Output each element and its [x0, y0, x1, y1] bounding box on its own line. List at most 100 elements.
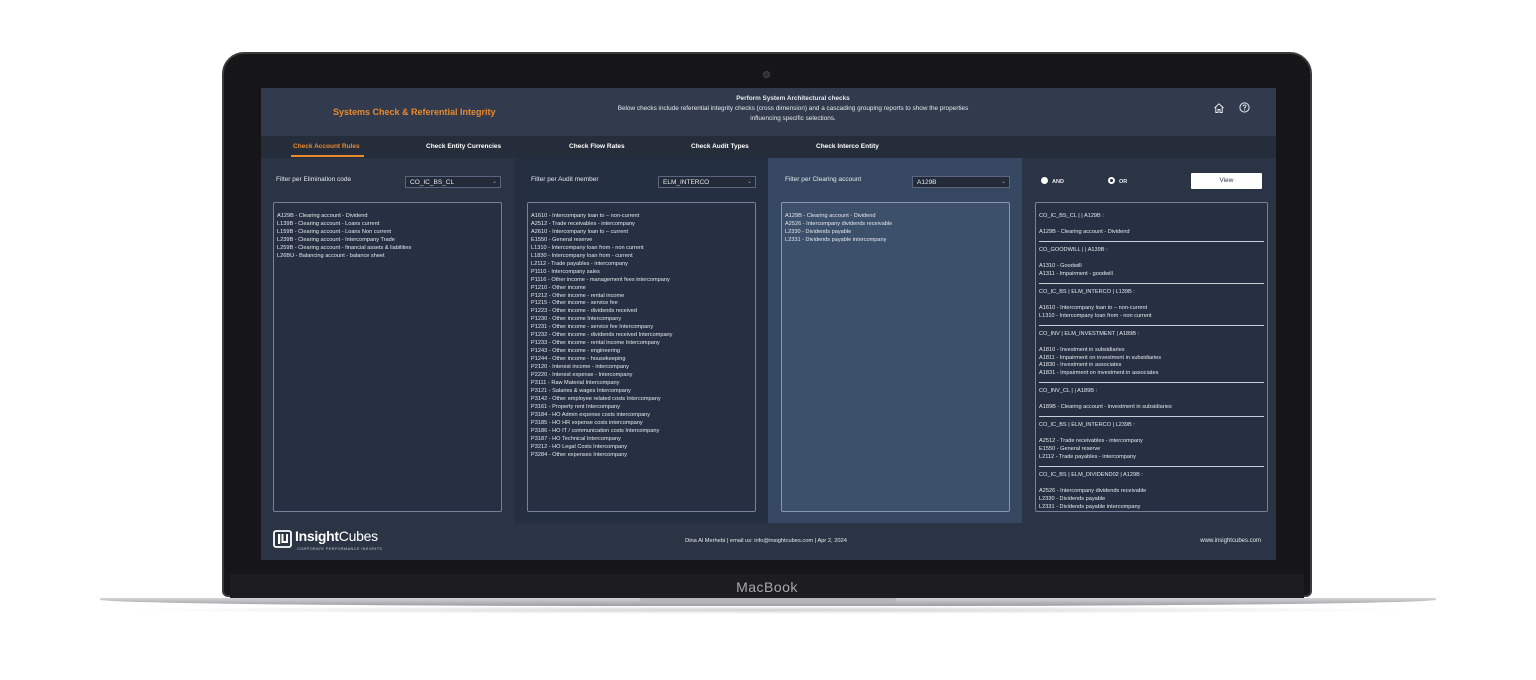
list-item[interactable]: A2526 - Intercompany dividends receivabl…	[785, 221, 1006, 229]
tab-check-account-rules[interactable]: Check Account Rules	[293, 143, 360, 150]
list-item[interactable]: L2330 - Dividends payable	[785, 229, 1006, 237]
list-item[interactable]: P3212 - HO Legal Costs Intercompany	[531, 444, 752, 452]
and-radio[interactable]: AND	[1041, 177, 1064, 185]
list-item[interactable]: P1244 - Other income - housekeeping	[531, 356, 752, 364]
list-item[interactable]: P1230 - Other income Intercompany	[531, 316, 752, 324]
list-item[interactable]: P3121 - Salaries & wages Intercompany	[531, 388, 752, 396]
list-item[interactable]: E1550 - General reserve	[531, 237, 752, 245]
result-item: A1810 - Investment in subsidiaries	[1039, 346, 1125, 353]
elimination-accounts-list[interactable]: A129B - Clearing account - Dividend L139B…	[273, 202, 502, 512]
results-panel: AND OR View CO_IC_BS_CL | | A129B : A129B…	[1022, 158, 1276, 523]
device-brand: MacBook	[736, 579, 798, 595]
or-label: OR	[1119, 179, 1128, 185]
clearing-account-select[interactable]: A129B ⌄	[912, 176, 1010, 188]
footer-contact: Dina Al Merhebi | email us: info@insight…	[685, 538, 847, 544]
result-group-header: CO_IC_BS | ELM_INTERCO | L239B :	[1039, 422, 1135, 429]
or-radio[interactable]: OR	[1108, 177, 1127, 185]
radio-dot	[1041, 177, 1048, 184]
list-item[interactable]: L139B - Clearing account - Loans current	[277, 221, 498, 229]
list-item[interactable]: A2610 - Intercompany loan to – current	[531, 229, 752, 237]
view-button[interactable]: View	[1191, 173, 1262, 189]
elimination-code-select[interactable]: CO_IC_BS_CL ⌄	[405, 176, 501, 188]
app-footer: InsightCubes CORPORATE PERFORMANCE INSIG…	[261, 523, 1276, 560]
result-item: A2526 - Intercompany dividends receivabl…	[1039, 488, 1147, 495]
header-description-2: influencing specific selections.	[750, 115, 836, 122]
list-item[interactable]: P1116 - Other income - management fees i…	[531, 277, 752, 285]
tab-check-interco-entity[interactable]: Check Interco Entity	[816, 143, 879, 150]
list-item[interactable]: P1110 - Intercompany sales	[531, 269, 752, 277]
result-item: A189B - Clearing account - investment in…	[1039, 404, 1172, 411]
list-item[interactable]: P2120 - Interest income - intercompany	[531, 364, 752, 372]
tab-check-audit-types[interactable]: Check Audit Types	[691, 143, 749, 150]
result-item: E1550 - General reserve	[1039, 446, 1101, 453]
list-item[interactable]: P3161 - Property rent Intercompany	[531, 404, 752, 412]
list-item[interactable]: A129B - Clearing account - Dividend	[277, 213, 498, 221]
list-item[interactable]: P2220 - Interest expense - Intercompany	[531, 372, 752, 380]
result-group-header: CO_IC_BS_CL | | A129B :	[1039, 213, 1104, 219]
chevron-down-icon: ⌄	[1000, 179, 1006, 185]
list-item[interactable]: L159B - Clearing account - Loans Non cur…	[277, 229, 498, 237]
camera-icon	[763, 71, 770, 78]
result-item: A2512 - Trade receivables - intercompany	[1039, 438, 1143, 445]
elimination-filter-label: Filter per Elimination code	[276, 176, 352, 183]
logo-tagline: CORPORATE PERFORMANCE INSIGHTS	[297, 547, 383, 551]
list-item[interactable]: P1223 - Other income - dividends receive…	[531, 308, 752, 316]
list-item[interactable]: P1212 - Other income - rental income	[531, 293, 752, 301]
list-item[interactable]: P3284 - Other expenses Intercompany	[531, 452, 752, 460]
list-item[interactable]: P3187 - HO Technical Intercompany	[531, 436, 752, 444]
tab-check-entity-currencies[interactable]: Check Entity Currencies	[426, 143, 501, 150]
list-item[interactable]: L26BU - Balancing account - balance shee…	[277, 253, 498, 261]
logo-word-light: Cubes	[338, 528, 378, 544]
tab-check-flow-rates[interactable]: Check Flow Rates	[569, 143, 625, 150]
result-item: A1831 - Impairment on investment in asso…	[1039, 370, 1159, 377]
footer-website-link[interactable]: www.insightcubes.com	[1161, 538, 1261, 544]
list-item[interactable]: P3184 - HO Admin expense costs intercomp…	[531, 412, 752, 420]
list-item[interactable]: A2512 - Trade receivables - intercompany	[531, 221, 752, 229]
result-group: CO_GOODWILL | | A139B : A1310 - Goodwill A…	[1039, 247, 1264, 284]
list-item[interactable]: L1310 - Intercompany loan from - non cur…	[531, 245, 752, 253]
clearing-accounts-list[interactable]: A129B - Clearing account - Dividend A2526…	[781, 202, 1010, 512]
list-item[interactable]: P1232 - Other income - dividends receive…	[531, 332, 752, 340]
result-group: CO_IC_BS | ELM_DIVIDEND02 | A129B : A2526…	[1039, 472, 1264, 511]
list-item[interactable]: P1210 - Other income	[531, 285, 752, 293]
tab-bar: Check Account Rules Check Entity Currenc…	[261, 136, 1276, 158]
list-item[interactable]: P1233 - Other income - rental income Int…	[531, 340, 752, 348]
audit-member-select[interactable]: ELM_INTERCO ⌄	[658, 176, 756, 188]
list-item[interactable]: P3186 - HO IT / communication costs Inte…	[531, 428, 752, 436]
result-item: A1811 - Impairment on investment in subs…	[1039, 354, 1162, 361]
results-list[interactable]: CO_IC_BS_CL | | A129B : A129B - Clearing …	[1035, 202, 1268, 512]
laptop-frame: MacBook Systems Check & Referential Inte…	[0, 0, 1536, 680]
help-icon[interactable]	[1239, 102, 1250, 113]
active-tab-indicator	[291, 155, 364, 157]
list-item[interactable]: P3185 - HO HR expense costs intercompany	[531, 420, 752, 428]
list-item[interactable]: P3142 - Other employee related costs Int…	[531, 396, 752, 404]
and-label: AND	[1052, 179, 1064, 185]
list-item[interactable]: A1610 - Intercompany loan to – non-curre…	[531, 213, 752, 221]
cube-logo-icon	[273, 530, 292, 548]
list-item[interactable]: L259B - Clearing account - financial ass…	[277, 245, 498, 253]
app-header: Systems Check & Referential Integrity Pe…	[261, 88, 1276, 136]
list-item[interactable]: L239B - Clearing account - Intercompany …	[277, 237, 498, 245]
result-group: CO_IC_BS_CL | | A129B : A129B - Clearing …	[1039, 213, 1264, 242]
result-group-header: CO_INV | ELM_INVESTMENT | A189B :	[1039, 330, 1140, 337]
audit-accounts-list[interactable]: A1610 - Intercompany loan to – non-curre…	[527, 202, 756, 512]
list-item[interactable]: P3111 - Raw Material Intercompany	[531, 380, 752, 388]
result-group: CO_INV | ELM_INVESTMENT | A189B : A1810 -…	[1039, 331, 1264, 384]
result-item: L1310 - Intercompany loan from - non cur…	[1039, 312, 1152, 319]
list-item[interactable]: P1231 - Other income - service fee Inter…	[531, 324, 752, 332]
logo-wordmark: InsightCubes	[295, 528, 378, 544]
list-item[interactable]: L1830 - Intercompany loan from - current	[531, 253, 752, 261]
audit-filter-label: Filter per Audit member	[531, 176, 599, 183]
list-item[interactable]: L2112 - Trade payables - intercompany	[531, 261, 752, 269]
home-icon[interactable]	[1213, 102, 1225, 114]
elimination-panel: Filter per Elimination code CO_IC_BS_CL …	[261, 158, 514, 523]
list-item[interactable]: L2331 - Dividends payable intercompany	[785, 237, 1006, 245]
result-item: A1610 - Intercompany loan to – non-curre…	[1039, 304, 1148, 311]
list-item[interactable]: P1243 - Other income - engineering	[531, 348, 752, 356]
result-item: L2112 - Trade payables - intercompany	[1039, 454, 1136, 461]
chevron-down-icon: ⌄	[746, 179, 752, 185]
list-item[interactable]: P1215 - Other income - service fee	[531, 300, 752, 308]
clearing-account-value: A129B	[917, 179, 937, 186]
audit-panel: Filter per Audit member ELM_INTERCO ⌄ A1…	[514, 158, 768, 523]
list-item[interactable]: A129B - Clearing account - Dividend	[785, 213, 1006, 221]
